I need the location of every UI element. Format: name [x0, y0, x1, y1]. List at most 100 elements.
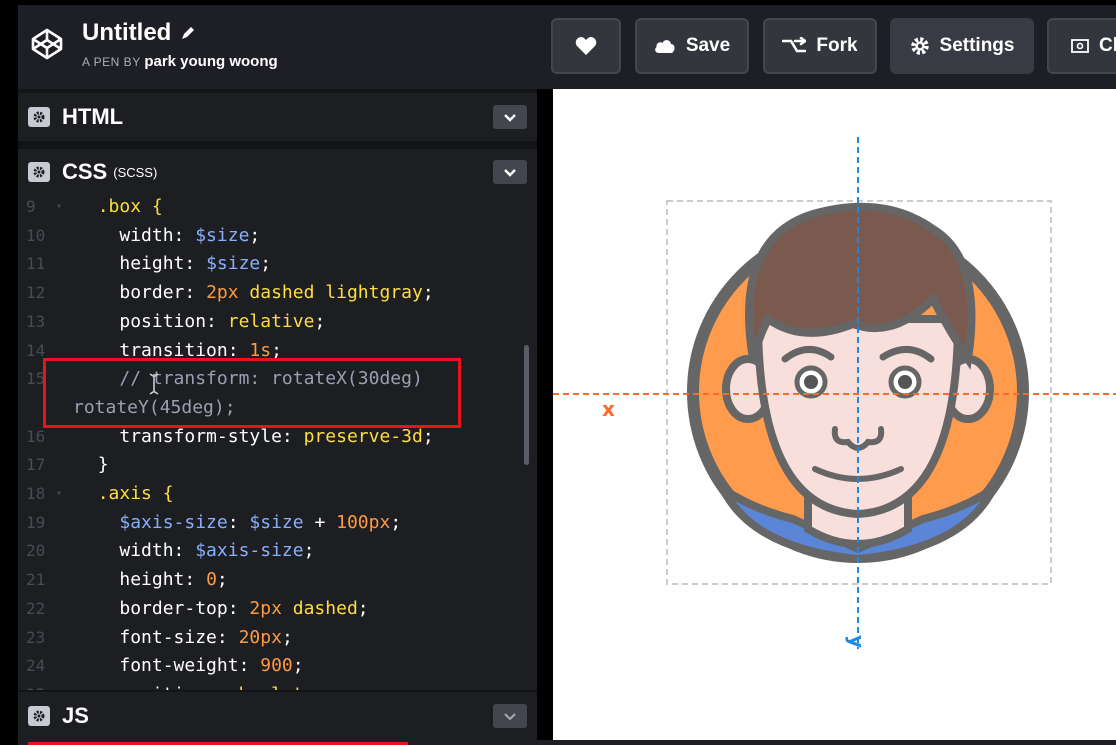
code-text: width: $axis-size; [76, 537, 314, 565]
code-text: } [76, 451, 109, 479]
code-token: ; [303, 540, 315, 562]
line-number: 18 [26, 484, 46, 503]
line-number: 12 [26, 283, 46, 303]
code-text: border-top: 2px dashed; [76, 595, 369, 623]
code-token: ; [314, 684, 325, 690]
code-token: : [227, 511, 250, 533]
js-collapse-button[interactable] [493, 704, 527, 728]
code-token: 20px [238, 626, 282, 648]
author-link[interactable]: park young woong [144, 53, 277, 70]
heart-icon [575, 37, 597, 55]
line-number: 17 [26, 455, 46, 475]
css-pane-header[interactable]: CSS (SCSS) [18, 149, 537, 195]
code-text: .box { [76, 195, 163, 221]
heart-button[interactable] [551, 18, 621, 74]
line-number: 21 [26, 570, 46, 590]
code-token: relative [227, 310, 315, 332]
pen-title-text[interactable]: Untitled [82, 19, 171, 47]
code-line[interactable]: 22 border-top: 2px dashed; [18, 595, 537, 623]
css-code-editor[interactable]: 9 ▾ .box {10 width: $size; 11 height: $siz… [18, 195, 537, 690]
y-axis-label: y [845, 635, 869, 649]
code-line[interactable]: 24 font-weight: 900; [18, 652, 537, 680]
code-line[interactable]: 9 ▾ .box { [18, 195, 537, 221]
settings-button[interactable]: Settings [890, 18, 1034, 74]
html-pane-header[interactable]: HTML [18, 93, 537, 141]
line-number: 22 [26, 598, 46, 618]
code-line[interactable]: 12 border: 2px dashed lightgray; [18, 279, 537, 307]
x-axis-label: x [602, 397, 615, 421]
code-line[interactable]: 11 height: $size; [18, 250, 537, 278]
code-token: ; [357, 597, 369, 619]
code-token: 0 [206, 569, 217, 591]
code-token: ; [249, 224, 261, 246]
code-text: height: 0; [76, 566, 228, 594]
code-token: 900 [260, 655, 293, 677]
cloud-icon [654, 40, 675, 53]
code-token: ; [292, 655, 304, 677]
code-token: 2px [206, 282, 239, 304]
code-token: 100px [336, 511, 391, 533]
fork-button[interactable]: Fork [763, 18, 877, 74]
pen-title-block: Untitled A PEN BY park young woong [82, 19, 278, 70]
css-collapse-button[interactable] [493, 160, 527, 184]
code-token: ; [281, 626, 293, 648]
line-number: 24 [26, 656, 46, 676]
line-number: 9 [26, 197, 36, 216]
line-number: 19 [26, 512, 46, 532]
fold-arrow-icon[interactable]: ▾ [56, 195, 62, 221]
css-settings-icon[interactable] [28, 162, 50, 182]
js-pane-header[interactable]: JS [18, 692, 537, 740]
fold-arrow-icon[interactable]: ▾ [56, 480, 62, 508]
code-text: $axis-size: $size + 100px; [76, 509, 401, 537]
code-token: ; [260, 253, 272, 275]
code-text: font-size: 20px; [76, 624, 293, 652]
code-line[interactable]: 18 ▾ .axis { [18, 480, 537, 508]
code-token: font-size: [119, 626, 239, 648]
code-line[interactable]: 17 } [18, 451, 537, 479]
code-line[interactable]: 13 position: relative; [18, 308, 537, 336]
preview-panel[interactable]: x y [553, 89, 1116, 740]
code-line[interactable]: 10 width: $size; [18, 222, 537, 250]
change-view-button[interactable]: Ch [1047, 18, 1116, 74]
code-text: border: 2px dashed lightgray; [76, 279, 433, 307]
code-token: 2px [249, 597, 282, 619]
code-token: $axis-size [195, 540, 304, 562]
line-number: 11 [26, 254, 46, 274]
code-token: width: [119, 224, 196, 246]
code-token: + [303, 511, 337, 533]
code-text: position: absolute; [76, 681, 325, 690]
chevron-down-icon [504, 168, 516, 177]
code-line[interactable]: 21 height: 0; [18, 566, 537, 594]
code-token: ; [216, 569, 228, 591]
code-text: height: $size; [76, 250, 271, 278]
code-token: width: [119, 540, 196, 562]
settings-label: Settings [939, 35, 1015, 56]
line-number: 10 [26, 225, 46, 245]
line-number: 20 [26, 541, 46, 561]
save-button[interactable]: Save [635, 18, 749, 74]
pen-title[interactable]: Untitled [82, 19, 278, 47]
code-token: } [97, 454, 109, 476]
left-edge [0, 0, 18, 745]
pencil-icon[interactable] [179, 24, 197, 42]
layout-icon [1071, 39, 1089, 53]
code-token: preserve-3d [303, 425, 423, 447]
fork-label: Fork [816, 35, 858, 56]
line-number: 23 [26, 627, 46, 647]
codepen-logo-icon[interactable] [30, 27, 64, 61]
code-text: .axis { [76, 480, 174, 508]
code-line[interactable]: 20 width: $axis-size; [18, 537, 537, 565]
js-settings-icon[interactable] [28, 706, 50, 726]
code-token: dashed [281, 597, 358, 619]
code-line[interactable]: 19 $axis-size: $size + 100px; [18, 509, 537, 537]
code-token: $size [206, 253, 261, 275]
code-token: $axis-size [119, 511, 228, 533]
html-settings-icon[interactable] [28, 107, 50, 127]
code-token: ; [390, 511, 402, 533]
html-collapse-button[interactable] [493, 105, 527, 129]
code-token: position: [119, 684, 227, 690]
code-line[interactable]: 25 position: absolute; [18, 681, 537, 690]
code-token: font-weight: [119, 655, 261, 677]
code-line[interactable]: 23 font-size: 20px; [18, 624, 537, 652]
code-token: height: [119, 569, 207, 591]
